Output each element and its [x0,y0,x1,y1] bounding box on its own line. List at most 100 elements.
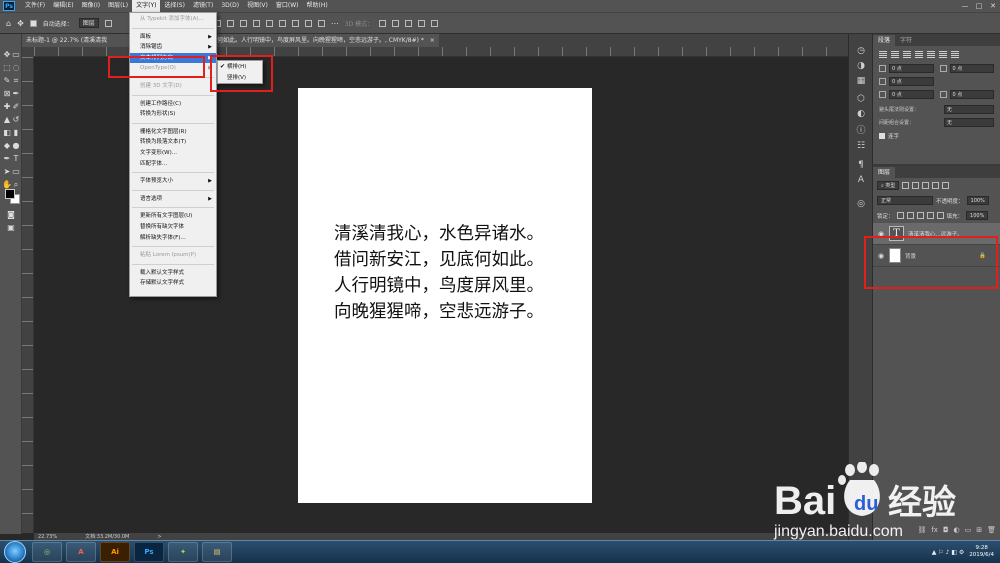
menu-layer[interactable]: 图层(L) [104,0,132,12]
channels-panel-icon[interactable]: ◎ [856,199,866,209]
align-top-icon[interactable] [252,19,260,27]
color-panel-icon[interactable]: ◑ [856,61,866,71]
3d-slide-icon[interactable] [418,19,426,27]
adjustment-icon[interactable]: ◐ [954,526,960,534]
taskbar-app-illustrator[interactable]: Ai [100,542,130,562]
indent-right-field[interactable]: 0 点 [949,64,994,73]
taskbar-clock[interactable]: 9:28 2019/6/4 [969,545,994,559]
menu-3d[interactable]: 3D(D) [217,0,243,12]
crop-tool-icon[interactable]: ⌗ [11,76,21,86]
kinsoku-dropdown[interactable]: 无 [944,105,994,114]
tray-icons[interactable]: ▲ ⚐ ♪ ◧ ⚙ [932,549,965,556]
layer-text[interactable]: ◉ T 清溪清我心...远游子。 [873,223,1000,245]
eye-icon[interactable]: ◉ [877,252,885,260]
type-menu-item[interactable]: 文字变形(W)... [130,148,216,159]
opacity-field[interactable]: 100% [966,196,989,205]
layer-filter-dropdown[interactable]: ⌕ 类型 [877,181,900,190]
fx-icon[interactable]: fx [931,526,938,534]
type-menu-item[interactable]: 消除锯齿 ▶ [130,42,216,53]
info-panel-icon[interactable]: ⓘ [856,126,866,136]
align-right-icon[interactable] [239,19,247,27]
type-menu-item[interactable]: 栅格化文字图层(R) [130,127,216,138]
type-menu-item[interactable]: 更新所有文字图层(U) [130,211,216,222]
screen-mode-icon[interactable]: ▣ [6,223,16,233]
filter-smart-object-icon[interactable] [942,182,950,189]
properties-panel-icon[interactable]: ☷ [856,141,866,151]
trash-icon[interactable]: 🗑 [987,526,996,534]
libraries-panel-icon[interactable]: ⬡ [856,94,866,104]
distribute-top-icon[interactable] [291,19,299,27]
taskbar-app-explorer[interactable]: ▤ [202,542,232,562]
lock-position-icon[interactable] [916,212,924,219]
type-tool-icon[interactable]: T [11,154,21,164]
distribute-bottom-icon[interactable] [317,19,325,27]
filter-pixel-icon[interactable] [902,182,910,189]
type-menu-item[interactable]: 转换为形状(S) [130,109,216,120]
type-menu-item[interactable]: 解析缺失字体(F)... [130,233,216,244]
filter-type-icon[interactable] [922,182,930,189]
space-after-field[interactable]: 0 点 [949,90,994,99]
type-menu-item[interactable]: 匹配字体... [130,159,216,170]
type-menu-item[interactable]: 替换所有缺欠字体 [130,222,216,233]
adjustments-panel-icon[interactable]: ◐ [856,109,866,119]
more-options-icon[interactable]: ⋯ [331,19,339,28]
taskbar-app-acrobat[interactable]: A [66,542,96,562]
type-menu-item[interactable]: 语言选项 ▶ [130,194,216,205]
tab-paragraph[interactable]: 段落 [873,35,896,46]
lock-pixels-icon[interactable] [906,212,914,219]
menu-item-horizontal[interactable]: ✔ 横排(H) [218,62,262,73]
menu-view[interactable]: 视图(V) [243,0,272,12]
blend-mode-dropdown[interactable]: 正常 [877,196,933,205]
fill-field[interactable]: 100% [966,211,989,220]
menu-file[interactable]: 文件(F) [21,0,49,12]
taskbar-app-5[interactable]: ✦ [168,542,198,562]
brush-tool-icon[interactable]: ✐ [11,102,21,112]
tab-close-icon[interactable]: × [430,37,435,44]
history-brush-tool-icon[interactable]: ↺ [11,115,21,125]
history-panel-icon[interactable]: ◷ [856,46,866,56]
menu-type[interactable]: 文字(Y) [132,0,161,12]
type-menu-item[interactable]: 载入默认文字样式 [130,268,216,279]
eye-icon[interactable]: ◉ [877,230,885,238]
new-layer-icon[interactable]: ⊞ [976,526,982,534]
3d-rotate-icon[interactable] [379,19,387,27]
eyedropper-tool-icon[interactable]: ✒ [11,89,21,99]
move-tool-icon[interactable]: ✥ [17,19,24,28]
foreground-color-swatch[interactable] [5,189,15,199]
justify-last-left-icon[interactable] [915,51,923,58]
lock-transparent-icon[interactable] [896,212,904,219]
tab-layers[interactable]: 图层 [873,167,896,178]
taskbar-app-chrome[interactable]: ◎ [32,542,62,562]
layer-background[interactable]: ◉ 背景 🔒 [873,245,1000,267]
menu-image[interactable]: 图像(I) [78,0,104,12]
auto-select-dropdown[interactable]: 图层 [78,18,99,28]
justify-last-center-icon[interactable] [927,51,935,58]
character-panel-icon[interactable]: A [856,175,866,185]
align-middle-icon[interactable] [265,19,273,27]
status-menu-arrow[interactable]: > [157,534,161,540]
space-before-field[interactable]: 0 点 [889,90,934,99]
menu-help[interactable]: 帮助(H) [303,0,332,12]
align-right-text-icon[interactable] [903,51,911,58]
poem-text-layer[interactable]: 清溪清我心，水色异诸水。 借问新安江，见底何如此。 人行明镜中，鸟度屏风里。 向… [334,221,544,325]
group-icon[interactable]: ▭ [965,526,972,534]
align-bottom-icon[interactable] [278,19,286,27]
lock-artboard-icon[interactable] [926,212,934,219]
justify-all-icon[interactable] [951,51,959,58]
document-tab[interactable]: 未标题-1 @ 22.7% (清溪清我 见底何如此。人行明镜中，鸟度屏风里。向晚… [22,34,439,47]
tab-character[interactable]: 字符 [895,35,917,46]
justify-last-right-icon[interactable] [939,51,947,58]
gradient-tool-icon[interactable]: ▮ [11,128,21,138]
align-center-text-icon[interactable] [891,51,899,58]
artboard-tool-icon[interactable]: ▭ [11,50,21,60]
type-menu-item[interactable]: 文本排列方向 ▶ [130,52,216,64]
mojikumi-dropdown[interactable]: 无 [944,118,994,127]
auto-select-checkbox[interactable] [29,19,37,27]
menu-item-vertical[interactable]: 竖排(V) [218,73,262,84]
align-left-text-icon[interactable] [879,51,887,58]
minimize-icon[interactable]: — [958,2,972,10]
rectangle-tool-icon[interactable]: ▭ [11,167,21,177]
quick-mask-icon[interactable]: ◙ [6,210,16,220]
3d-pan-icon[interactable] [405,19,413,27]
type-menu-item[interactable]: 创建工作路径(C) [130,99,216,110]
